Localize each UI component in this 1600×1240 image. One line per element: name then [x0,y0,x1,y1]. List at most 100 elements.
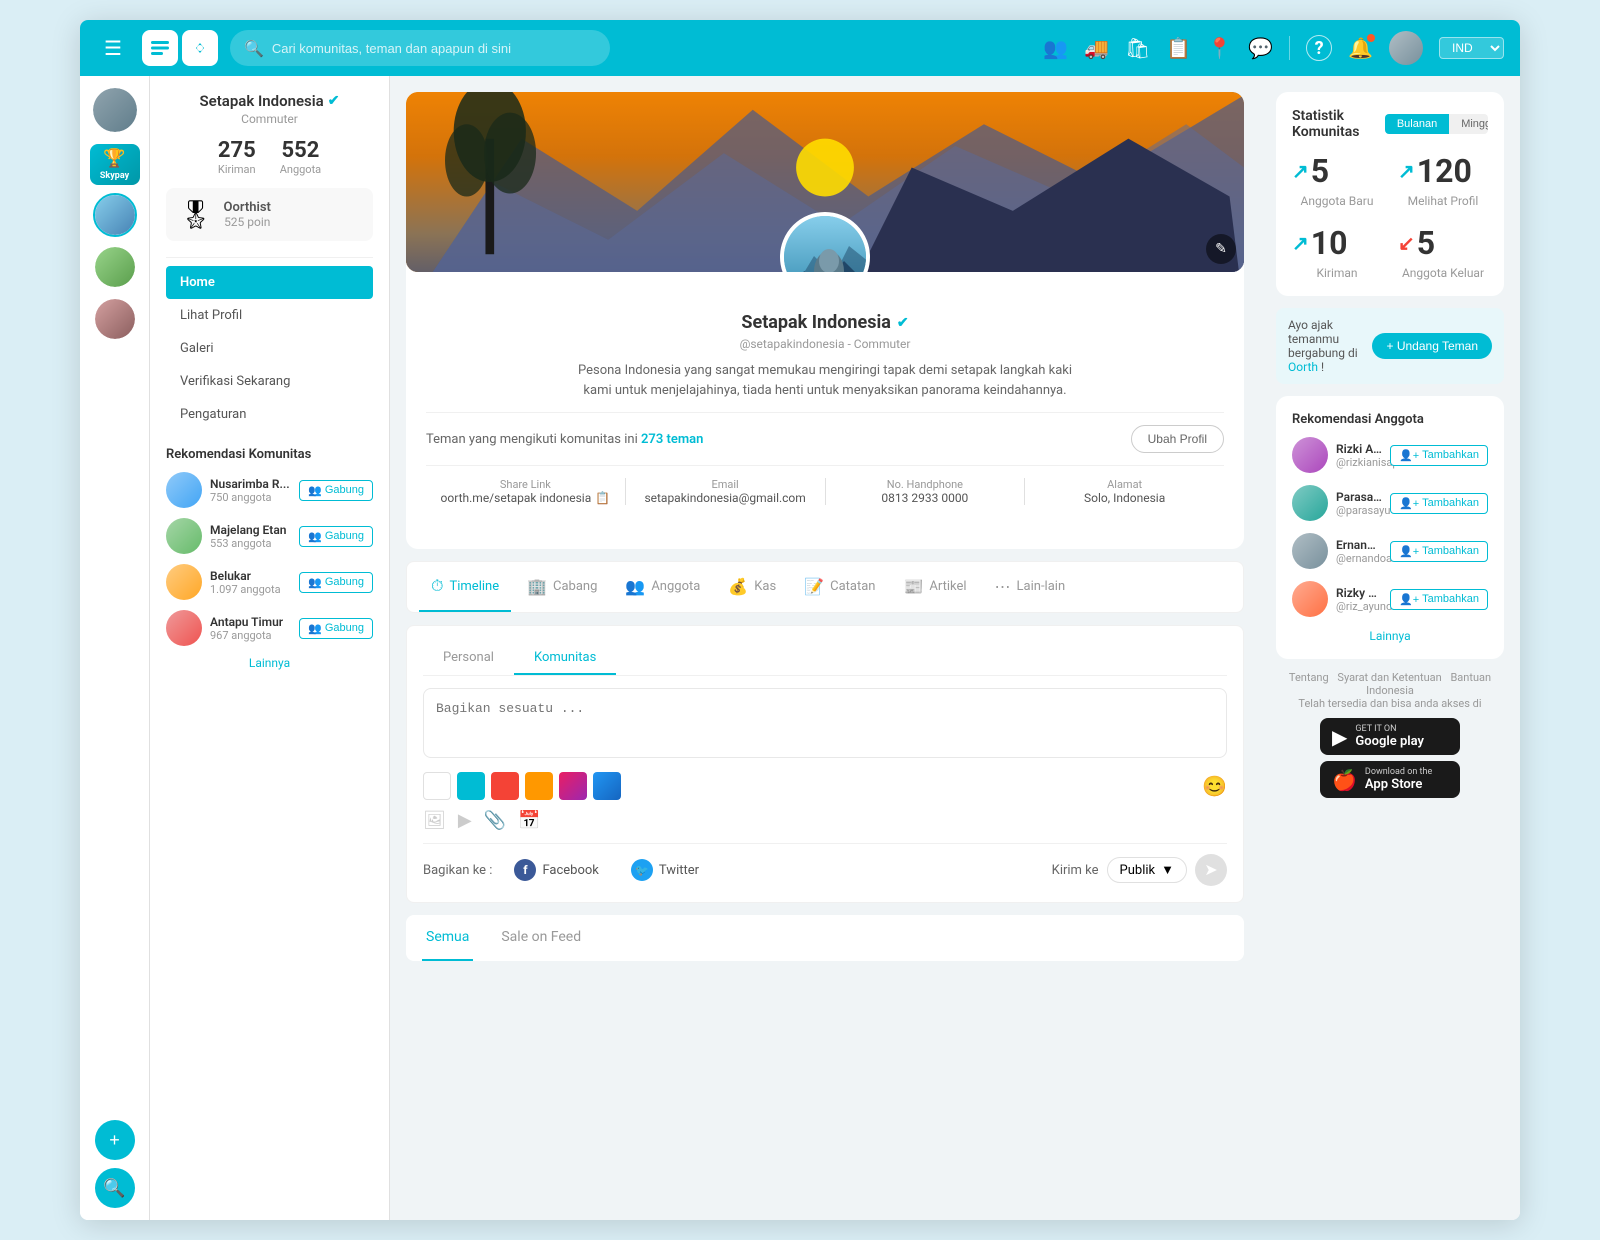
emoji-button[interactable]: 😊 [1202,774,1227,798]
artikel-icon: 📰 [903,577,923,596]
user-avatar[interactable] [1389,31,1423,65]
add-member-button-1[interactable]: 👤+ Tambahkan [1390,445,1488,466]
footer-bantuan[interactable]: Bantuan [1450,671,1491,684]
attachment-icon[interactable]: 📎 [484,810,506,831]
invite-friend-button[interactable]: + Undang Teman [1372,333,1492,359]
feed-tabs: Semua Sale on Feed [406,915,1244,961]
rec-member-avatar-3 [1292,533,1328,569]
join-button-2[interactable]: 👥 Gabung [299,526,373,547]
sidebar-nav-item-3[interactable] [93,297,137,341]
top-navigation: ☰ 🔍 👥 🚚 🛍 📋 📍 💬 [80,20,1520,76]
nav-home[interactable]: Home [166,266,373,299]
tab-lain-lain[interactable]: ⋯ Lain-lain [983,563,1078,612]
media-bar: 🖼 ▶ 📎 📅 [423,810,1227,831]
language-selector[interactable]: IND ENG [1439,37,1504,59]
profile-role: Commuter [166,112,373,126]
tab-catatan[interactable]: 📝 Catatan [792,563,887,612]
more-members-link[interactable]: Lainnya [1292,629,1488,643]
chat-icon[interactable]: 💬 [1248,36,1273,60]
feed-tab-semua[interactable]: Semua [422,915,473,961]
edit-profile-button[interactable]: Ubah Profil [1131,425,1224,453]
community-icon[interactable]: 👥 [1043,36,1068,60]
weekly-button[interactable]: Mingguan [1449,114,1488,134]
post-input[interactable] [423,688,1227,758]
footer-tentang[interactable]: Tentang [1289,671,1329,684]
sidebar-nav-item-2[interactable] [93,245,137,289]
color-teal[interactable] [457,772,485,800]
join-button-3[interactable]: 👥 Gabung [299,572,373,593]
add-button[interactable]: + [95,1120,135,1160]
notification-bell-icon[interactable]: 🔔 [1348,36,1373,60]
skypay-badge[interactable]: 🏆 Skypay [90,144,140,185]
post-tabs: Personal Komunitas [423,642,1227,676]
share-link-value: oorth.me/setapak indonesia 📋 [434,491,617,505]
sidebar-profile-avatar[interactable] [93,88,137,132]
sidebar-nav-item-1[interactable] [93,193,137,237]
add-member-button-3[interactable]: 👤+ Tambahkan [1390,541,1488,562]
rec-info-3: Belukar 1.097 anggota [210,569,291,596]
more-communities-link[interactable]: Lainnya [166,656,373,670]
calendar-icon[interactable]: 📅 [518,810,540,831]
tab-kas[interactable]: 💰 Kas [716,563,788,612]
nav-lihat-profil[interactable]: Lihat Profil [166,299,373,332]
audience-selector[interactable]: Publik ▼ [1107,857,1187,883]
app-logo[interactable] [142,30,178,66]
delivery-icon[interactable]: 🚚 [1084,36,1109,60]
monthly-button[interactable]: Bulanan [1385,114,1449,134]
anggota-stat: 552 Anggota [280,138,321,176]
rec-count-3: 1.097 anggota [210,583,291,596]
footer-indonesia[interactable]: Indonesia [1366,684,1414,697]
join-button-1[interactable]: 👥 Gabung [299,480,373,501]
google-play-button[interactable]: ▶ GET IT ON Google play [1320,718,1460,755]
search-icon: 🔍 [244,39,264,58]
location-icon[interactable]: 📍 [1207,36,1232,60]
rec-member-info-1: Rizki Anisa Prames... @rizkianisapwi [1336,442,1382,469]
reward-icon: 🎖 [178,198,214,231]
join-button-4[interactable]: 👥 Gabung [299,618,373,639]
video-upload-icon[interactable]: ▶ [458,810,472,831]
rec-member-4: Rizky Ayundha @riz_ayundha 👤+ Tambahkan [1292,581,1488,617]
edit-cover-button[interactable]: ✎ [1206,234,1236,264]
tab-cabang[interactable]: 🏢 Cabang [515,563,609,612]
tab-timeline[interactable]: ⏱ Timeline [419,562,511,612]
sidebar-navigation: Home Lihat Profil Galeri Verifikasi Seka… [166,266,373,431]
friends-text: Teman yang mengikuti komunitas ini 273 t… [426,432,703,447]
nav-verifikasi[interactable]: Verifikasi Sekarang [166,365,373,398]
app-logo-icon[interactable] [182,30,218,66]
color-blue[interactable] [593,772,621,800]
add-member-button-2[interactable]: 👤+ Tambahkan [1390,493,1488,514]
color-purple[interactable] [559,772,587,800]
nav-pengaturan[interactable]: Pengaturan [166,398,373,431]
tab-artikel[interactable]: 📰 Artikel [891,563,978,612]
search-button[interactable]: 🔍 [95,1168,135,1208]
hamburger-menu[interactable]: ☰ [96,32,130,64]
color-orange[interactable] [525,772,553,800]
rec-item-2: Majelang Etan 553 anggota 👥 Gabung [166,518,373,554]
copy-icon[interactable]: 📋 [595,491,610,505]
add-member-button-4[interactable]: 👤+ Tambahkan [1390,589,1488,610]
send-post-button[interactable]: ➤ [1195,854,1227,886]
search-input[interactable] [272,41,596,56]
profile-stats: 275 Kiriman 552 Anggota [166,138,373,176]
kas-icon: 💰 [728,577,748,596]
nav-galeri[interactable]: Galeri [166,332,373,365]
rec-member-info-2: Parasayu Kusuma @parasayu [1336,490,1382,517]
footer-syarat[interactable]: Syarat dan Ketentuan [1337,671,1441,684]
leaving-label: Anggota Keluar [1398,266,1488,280]
facebook-share-button[interactable]: f Facebook [504,855,608,885]
image-upload-icon[interactable]: 🖼 [423,810,446,831]
kirim-ke-section: Kirim ke Publik ▼ ➤ [1052,854,1227,886]
feed-tab-sale[interactable]: Sale on Feed [497,915,585,961]
shop-icon[interactable]: 🛍 [1125,36,1150,60]
twitter-share-button[interactable]: 🐦 Twitter [621,855,709,885]
help-icon[interactable]: ? [1306,35,1332,61]
tab-anggota[interactable]: 👥 Anggota [613,563,712,612]
document-icon[interactable]: 📋 [1166,36,1191,60]
post-tab-komunitas[interactable]: Komunitas [514,642,616,675]
leaving-stat: ↙ 5 Anggota Keluar [1398,224,1488,280]
rec-avatar-2 [166,518,202,554]
color-red[interactable] [491,772,519,800]
post-tab-personal[interactable]: Personal [423,642,514,675]
app-store-button[interactable]: 🍎 Download on the App Store [1320,761,1460,798]
color-white[interactable] [423,772,451,800]
